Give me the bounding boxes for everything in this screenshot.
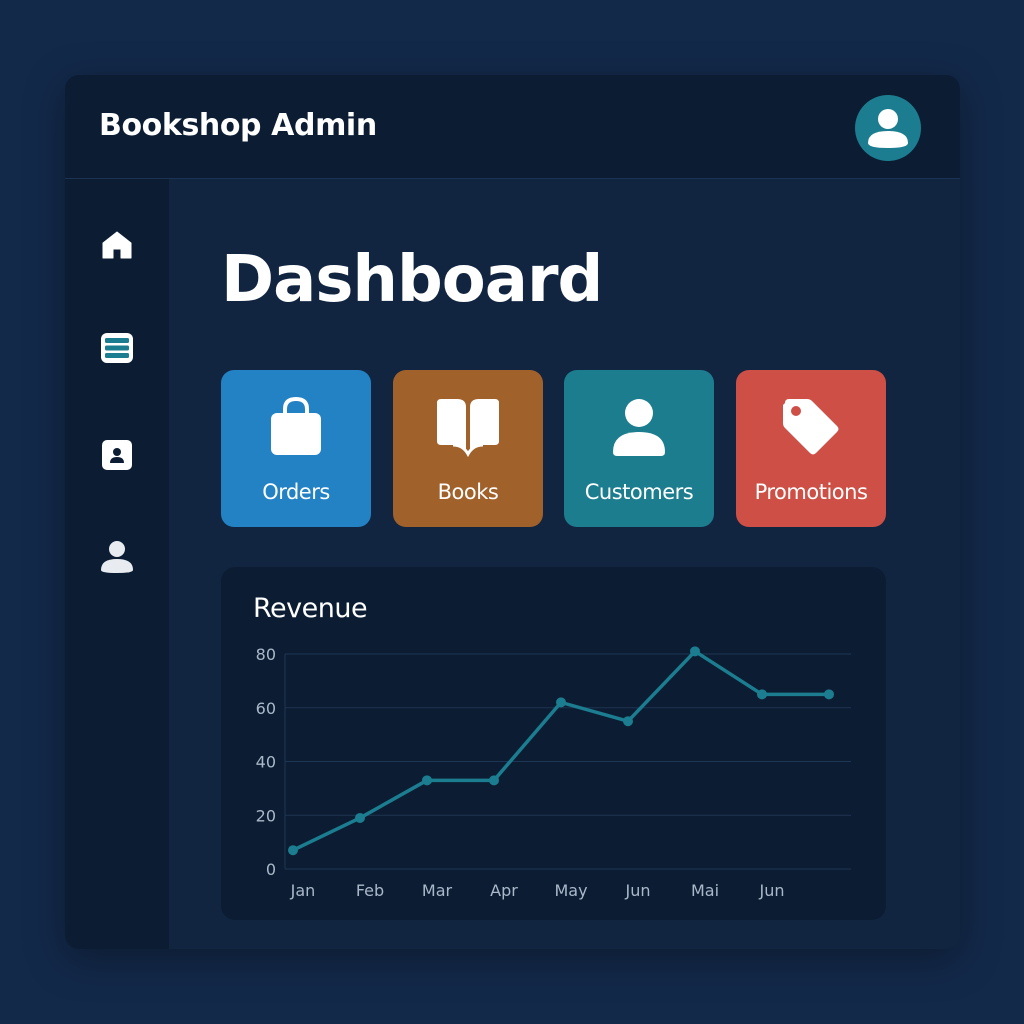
x-tick-label: Mai [691, 881, 719, 900]
tag-icon [783, 399, 839, 455]
home-icon [102, 231, 132, 259]
orders-tile[interactable]: Orders [221, 370, 371, 527]
data-point [556, 697, 566, 708]
data-point [422, 775, 432, 786]
x-tick-label: Apr [490, 881, 518, 900]
list-icon [101, 333, 133, 363]
contact-card-icon [102, 440, 132, 470]
books-tile-label: Books [437, 480, 499, 504]
orders-tile-label: Orders [262, 480, 330, 504]
open-book-icon [437, 399, 499, 457]
promotions-tile[interactable]: Promotions [736, 370, 886, 527]
user-icon [101, 541, 133, 573]
y-tick-label: 40 [256, 753, 276, 772]
revenue-series-line [291, 649, 831, 852]
data-point [824, 689, 834, 700]
y-tick-label: 80 [256, 645, 276, 664]
header-bar: Bookshop Admin [65, 75, 960, 179]
sidebar-item-profile[interactable] [93, 532, 141, 580]
revenue-chart-panel: Revenue 0 20 40 60 80 Jan Feb Mar Apr May Jun Mai Ju… [221, 567, 886, 920]
data-point [355, 812, 365, 823]
data-point [690, 646, 700, 657]
x-tick-label: Jan [290, 881, 316, 900]
x-tick-label: May [554, 881, 587, 900]
data-point [757, 689, 767, 700]
customers-tile[interactable]: Customers [564, 370, 714, 527]
user-avatar-icon[interactable] [855, 95, 921, 161]
x-tick-label: Mar [422, 881, 453, 900]
y-tick-label: 20 [256, 806, 276, 825]
user-icon [613, 399, 665, 456]
data-point [288, 845, 298, 856]
sidebar-item-list[interactable] [93, 324, 141, 372]
y-tick-label: 0 [266, 860, 276, 879]
sidebar-item-contacts[interactable] [93, 431, 141, 479]
x-tick-label: Jun [625, 881, 651, 900]
page-title: Dashboard [221, 243, 603, 317]
data-point [623, 716, 633, 727]
sidebar-item-home[interactable] [93, 221, 141, 269]
revenue-line-chart: 0 20 40 60 80 Jan Feb Mar Apr May Jun Mai Jun [256, 645, 851, 900]
shopping-bag-icon [271, 396, 321, 455]
x-tick-label: Jun [759, 881, 785, 900]
app-window: Bookshop Admin Dashboard Orders Books Cu… [65, 75, 960, 949]
y-tick-label: 60 [256, 699, 276, 718]
data-point [489, 775, 499, 786]
customers-tile-label: Customers [584, 480, 694, 504]
promotions-tile-label: Promotions [754, 480, 868, 504]
app-title: Bookshop Admin [99, 108, 377, 143]
books-tile[interactable]: Books [393, 370, 543, 527]
sidebar [65, 179, 169, 949]
x-tick-label: Feb [356, 881, 384, 900]
